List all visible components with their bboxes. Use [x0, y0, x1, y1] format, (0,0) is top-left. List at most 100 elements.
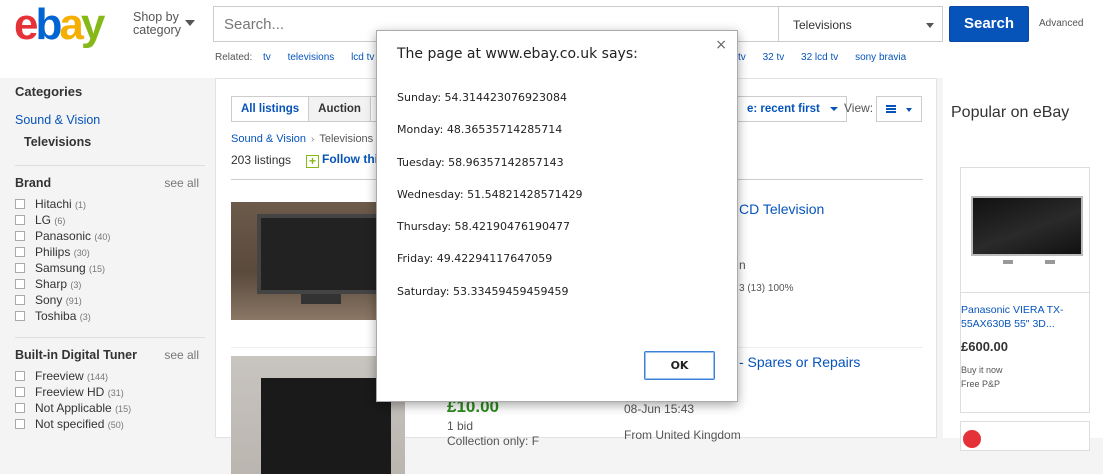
alert-dialog: × The page at www.ebay.co.uk says: Sunda…	[376, 30, 738, 402]
search-button[interactable]: Search	[949, 6, 1029, 42]
chevron-down-icon	[829, 107, 838, 111]
related-link[interactable]: tv	[738, 52, 746, 63]
popular-item-card[interactable]: Panasonic VIERA TX-55AX630B 55" 3D... £6…	[960, 167, 1090, 413]
tv-leg-graphic	[1003, 260, 1013, 264]
checkbox[interactable]	[15, 387, 25, 397]
related-link[interactable]: 32 lcd tv	[801, 52, 838, 63]
related-searches-right: tv 32 tv 32 lcd tv sony bravia	[738, 52, 920, 63]
brand-option[interactable]: Samsung (15)	[15, 261, 205, 277]
related-link[interactable]: tv	[263, 52, 271, 63]
listing-count: 203 listings	[231, 153, 292, 167]
dialog-line: Saturday: 53.33459459459459	[397, 284, 569, 298]
chevron-right-icon: ›	[311, 134, 315, 145]
popular-item-shipping: Free P&P	[961, 379, 1001, 389]
divider	[15, 337, 205, 338]
dialog-message: Sunday: 54.314423076923084 Monday: 48.36…	[397, 91, 583, 317]
checkbox[interactable]	[15, 247, 25, 257]
tab-auction[interactable]: Auction	[309, 96, 371, 122]
category-link-sound-vision[interactable]: Sound & Vision	[15, 113, 205, 127]
listing-title[interactable]: - Spares or Repairs	[739, 354, 860, 370]
listing-title[interactable]: CD Television	[739, 201, 824, 217]
checkbox[interactable]	[15, 215, 25, 225]
brand-option[interactable]: Sharp (3)	[15, 277, 205, 293]
dialog-line: Wednesday: 51.54821428571429	[397, 187, 583, 201]
checkbox[interactable]	[15, 311, 25, 321]
dialog-line: Sunday: 54.314423076923084	[397, 91, 568, 104]
tv-stand-graphic	[301, 294, 341, 304]
listing-tabs: All listings Auction	[231, 96, 385, 122]
popular-item-card[interactable]	[960, 421, 1090, 451]
related-link[interactable]: sony bravia	[855, 52, 906, 63]
tuner-see-all-link[interactable]: see all	[164, 348, 199, 362]
dialog-line: Monday: 48.36535714285714	[397, 123, 563, 137]
dialog-title: The page at www.ebay.co.uk says:	[397, 46, 638, 62]
brand-option[interactable]: Hitachi (1)	[15, 197, 205, 213]
breadcrumb-link[interactable]: Sound & Vision	[231, 133, 306, 145]
ok-button[interactable]: OK	[644, 351, 715, 380]
brand-option[interactable]: Toshiba (3)	[15, 309, 205, 325]
seller-feedback: 3 (13) 100%	[739, 283, 794, 294]
popular-item-price: £600.00	[961, 339, 1008, 354]
checkbox[interactable]	[15, 263, 25, 273]
brand-option[interactable]: LG (6)	[15, 213, 205, 229]
divider	[15, 165, 205, 166]
checkbox[interactable]	[15, 199, 25, 209]
checkbox[interactable]	[15, 231, 25, 241]
divider	[961, 292, 1089, 293]
checkbox[interactable]	[15, 419, 25, 429]
tv-screen-graphic	[261, 378, 391, 474]
category-select[interactable]: Televisions	[779, 6, 943, 42]
related-link[interactable]: lcd tv	[351, 52, 374, 63]
checkbox[interactable]	[15, 295, 25, 305]
tv-leg-graphic	[1045, 260, 1055, 264]
popular-heading: Popular on eBay	[951, 104, 1070, 121]
chevron-down-icon	[926, 23, 934, 28]
follow-search-link[interactable]: + Follow thi	[306, 152, 378, 168]
sale-tag-icon	[963, 430, 981, 448]
chevron-down-icon	[906, 108, 912, 112]
brand-option[interactable]: Panasonic (40)	[15, 229, 205, 245]
view-toggle-button[interactable]	[876, 96, 922, 122]
tv-screen-graphic	[257, 214, 387, 294]
tuner-list: Freeview (144) Freeview HD (31) Not Appl…	[15, 369, 205, 433]
chevron-down-icon	[185, 20, 195, 26]
dialog-line: Tuesday: 58.96357142857143	[397, 155, 564, 169]
dialog-line: Friday: 49.42294117647059	[397, 252, 553, 266]
brand-facet-heading: Brand see all	[15, 176, 199, 190]
tuner-option[interactable]: Freeview (144)	[15, 369, 205, 385]
related-link[interactable]: televisions	[288, 52, 335, 63]
end-time: 08-Jun 15:43	[624, 402, 695, 416]
brand-option[interactable]: Philips (30)	[15, 245, 205, 261]
tuner-facet-heading: Built-in Digital Tuner see all	[15, 348, 199, 362]
categories-heading: Categories	[15, 84, 83, 99]
related-link[interactable]: 32 tv	[763, 52, 785, 63]
sort-dropdown[interactable]: e: recent first	[736, 96, 847, 122]
plus-icon: +	[306, 155, 319, 168]
list-view-icon	[886, 105, 896, 114]
tuner-option[interactable]: Not specified (50)	[15, 417, 205, 433]
left-sidebar: Categories Sound & Vision Televisions Br…	[15, 84, 205, 433]
checkbox[interactable]	[15, 279, 25, 289]
current-category: Televisions	[24, 135, 92, 149]
collection-info: Collection only: F	[447, 434, 540, 448]
ebay-logo[interactable]: ebay	[14, 0, 105, 50]
related-searches: Related: tv televisions lcd tv	[215, 52, 375, 63]
popular-item-title[interactable]: Panasonic VIERA TX-55AX630B 55" 3D...	[961, 303, 1091, 331]
popular-panel: Popular on eBay Panasonic VIERA TX-55AX6…	[943, 78, 1103, 451]
popular-item-image[interactable]	[971, 196, 1083, 264]
tuner-option[interactable]: Freeview HD (31)	[15, 385, 205, 401]
popular-item-format: Buy it now	[961, 365, 1003, 375]
bid-count: 1 bid	[447, 419, 474, 433]
close-icon[interactable]: ×	[715, 37, 727, 53]
brand-list: Hitachi (1) LG (6) Panasonic (40) Philip…	[15, 197, 205, 325]
checkbox[interactable]	[15, 371, 25, 381]
tab-all-listings[interactable]: All listings	[231, 96, 310, 122]
brand-option[interactable]: Sony (91)	[15, 293, 205, 309]
item-location: From United Kingdom	[624, 428, 741, 442]
brand-see-all-link[interactable]: see all	[164, 176, 199, 190]
shop-by-category-button[interactable]: Shop by category	[133, 11, 195, 37]
listing-detail: n	[739, 258, 746, 272]
tuner-option[interactable]: Not Applicable (15)	[15, 401, 205, 417]
advanced-search-link[interactable]: Advanced	[1039, 18, 1083, 29]
checkbox[interactable]	[15, 403, 25, 413]
